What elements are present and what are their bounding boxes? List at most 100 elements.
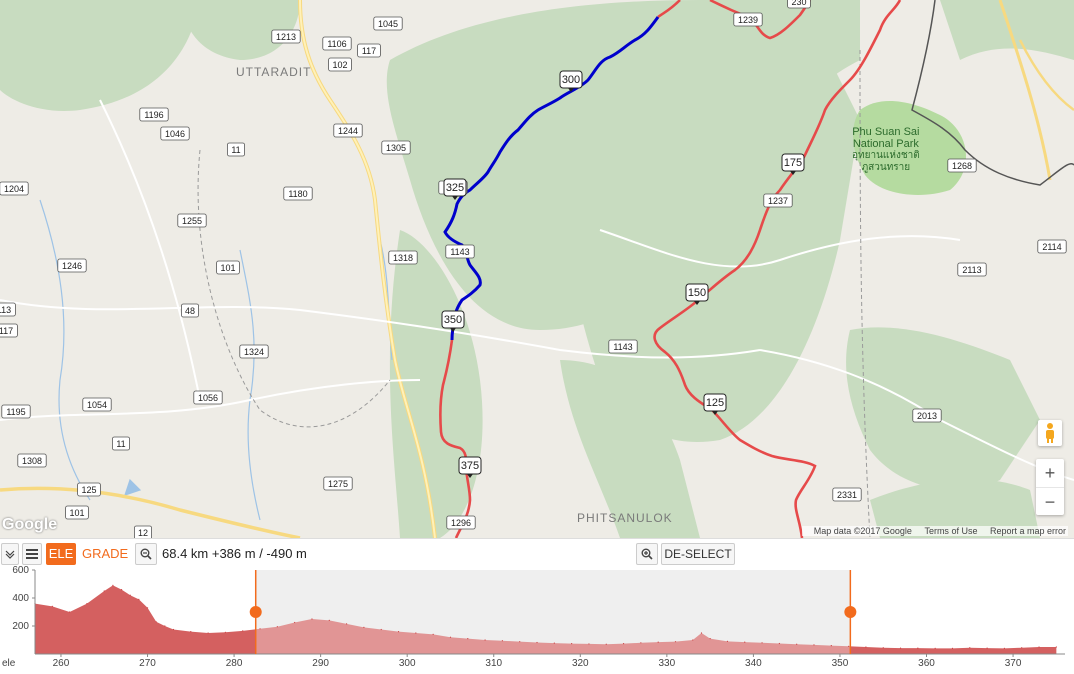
elevation-point bbox=[744, 641, 746, 643]
road-label: 48 bbox=[180, 303, 199, 318]
road-label: 1305 bbox=[381, 140, 411, 155]
elevation-chart[interactable]: 600 400 200 260 270 280 290 300 310 320 330 340 350 3… bbox=[0, 566, 1074, 674]
road-label: 117 bbox=[0, 323, 18, 338]
map-attribution: Map data ©2017 Google Terms of Use Repor… bbox=[801, 526, 1068, 536]
elevation-point bbox=[380, 628, 382, 631]
road-label-text: 11 bbox=[231, 145, 240, 155]
park-label-line1: Phu Suan Sai bbox=[852, 126, 920, 138]
road-label: 11 bbox=[112, 436, 131, 451]
elevation-point bbox=[224, 631, 227, 633]
elevation-point bbox=[709, 638, 711, 640]
road-label: 2013 bbox=[912, 408, 942, 423]
road-label-text: 1237 bbox=[768, 196, 788, 206]
road-label: 1246 bbox=[57, 258, 87, 273]
elevation-point bbox=[129, 594, 131, 596]
elevation-point bbox=[467, 638, 469, 640]
road-label: 101 bbox=[65, 505, 89, 520]
road-label: 1244 bbox=[333, 123, 363, 138]
road-label: 1046 bbox=[160, 126, 190, 141]
park-label: Phu Suan Sai National Park อุทยานแห่งชาต… bbox=[852, 126, 920, 174]
road-label: 1195 bbox=[1, 404, 31, 419]
road-label-text: 1196 bbox=[144, 110, 163, 120]
x-tick-label: 260 bbox=[53, 658, 70, 669]
road-label-text: 12 bbox=[138, 528, 148, 538]
collapse-button[interactable] bbox=[1, 543, 19, 565]
x-tick-label: 320 bbox=[572, 658, 589, 669]
road-label: 230 bbox=[787, 0, 811, 9]
road-label: 1196 bbox=[139, 107, 169, 122]
elevation-point bbox=[553, 642, 555, 644]
road-label-text: 1056 bbox=[198, 393, 218, 403]
elevation-point bbox=[138, 598, 140, 600]
zoom-to-selection-button[interactable] bbox=[636, 543, 658, 565]
elevation-point bbox=[882, 647, 884, 649]
terms-of-use-link[interactable]: Terms of Use bbox=[924, 526, 977, 536]
elevation-point bbox=[700, 632, 703, 634]
elevation-point bbox=[865, 646, 867, 648]
elevation-point bbox=[86, 603, 88, 605]
report-map-error-link[interactable]: Report a map error bbox=[990, 526, 1066, 536]
road-label: 113 bbox=[0, 302, 16, 317]
park-label-thai2: ภูสวนทราย bbox=[861, 162, 911, 173]
elevation-point bbox=[207, 632, 209, 634]
road-label-text: 1268 bbox=[952, 161, 972, 171]
road-label: 1143 bbox=[445, 244, 475, 259]
elevation-point bbox=[692, 639, 694, 641]
grade-tab[interactable]: GRADE bbox=[82, 543, 128, 565]
elevation-point bbox=[830, 645, 832, 647]
elevation-point bbox=[363, 626, 365, 628]
road-label: 1324 bbox=[239, 344, 269, 359]
road-label-text: 1046 bbox=[165, 129, 185, 139]
park-label-line2: National Park bbox=[852, 138, 919, 150]
elevation-point bbox=[1055, 646, 1057, 648]
elevation-point bbox=[155, 621, 157, 623]
road-label: 1239 bbox=[733, 12, 763, 27]
place-label-uttaradit: UTTARADIT bbox=[236, 65, 312, 79]
y-axis-label: ele bbox=[2, 658, 16, 669]
street-view-pegman-icon[interactable] bbox=[1038, 420, 1062, 446]
elevation-profile[interactable]: 600 400 200 260 270 280 290 300 310 320 330 340 350 3… bbox=[0, 566, 1074, 674]
elevation-point bbox=[484, 639, 486, 641]
elevation-point bbox=[796, 643, 798, 645]
deselect-button[interactable]: DE-SELECT bbox=[661, 543, 735, 565]
map-view[interactable]: 1045 1213 1106 117 102 1196 1046 11 1244 1305 1204… bbox=[0, 0, 1074, 538]
elevation-point bbox=[120, 589, 123, 591]
road-label: 1106 bbox=[322, 36, 352, 51]
road-label-text: 2113 bbox=[962, 265, 981, 275]
road-label-text: 101 bbox=[69, 508, 84, 518]
road-label-text: 1106 bbox=[327, 39, 346, 49]
elevation-point bbox=[311, 618, 313, 620]
road-label: 117 bbox=[357, 43, 381, 58]
x-tick-label: 330 bbox=[659, 658, 676, 669]
zoom-in-button[interactable]: + bbox=[1036, 459, 1064, 488]
elevation-point bbox=[242, 630, 244, 632]
zoom-out-button[interactable]: − bbox=[1036, 488, 1064, 516]
elevation-point bbox=[397, 631, 400, 633]
km-marker-text: 150 bbox=[688, 287, 706, 299]
elevation-point bbox=[917, 647, 919, 649]
km-marker-text: 350 bbox=[444, 314, 462, 326]
elevation-point bbox=[328, 619, 330, 621]
elevation-point bbox=[69, 611, 71, 613]
place-label-phitsanulok: PHITSANULOK bbox=[577, 511, 673, 525]
map-canvas[interactable]: 1045 1213 1106 117 102 11961046 11 1244 1305 1204… bbox=[0, 0, 1074, 538]
x-tick-label: 310 bbox=[485, 658, 502, 669]
road-label: 1268 bbox=[947, 158, 977, 173]
zoom-out-profile-button[interactable] bbox=[135, 543, 157, 565]
elevation-point bbox=[415, 632, 417, 634]
road-label-text: 1143 bbox=[613, 342, 632, 352]
road-label: 1180 bbox=[283, 186, 313, 201]
elevation-point bbox=[640, 642, 642, 644]
road-label-text: 11 bbox=[116, 439, 125, 449]
elevation-point bbox=[190, 631, 192, 633]
elevation-point bbox=[622, 643, 625, 645]
road-label-text: 1244 bbox=[338, 126, 358, 136]
y-tick-label: 600 bbox=[12, 566, 29, 576]
road-label: 1056 bbox=[193, 390, 223, 405]
road-label-text: 230 bbox=[791, 0, 806, 7]
menu-button[interactable] bbox=[22, 543, 42, 565]
ele-tab[interactable]: ELE bbox=[46, 543, 76, 565]
elevation-point bbox=[146, 607, 149, 609]
road-label-text: 2331 bbox=[837, 490, 857, 500]
road-label-text: 1318 bbox=[393, 253, 413, 263]
